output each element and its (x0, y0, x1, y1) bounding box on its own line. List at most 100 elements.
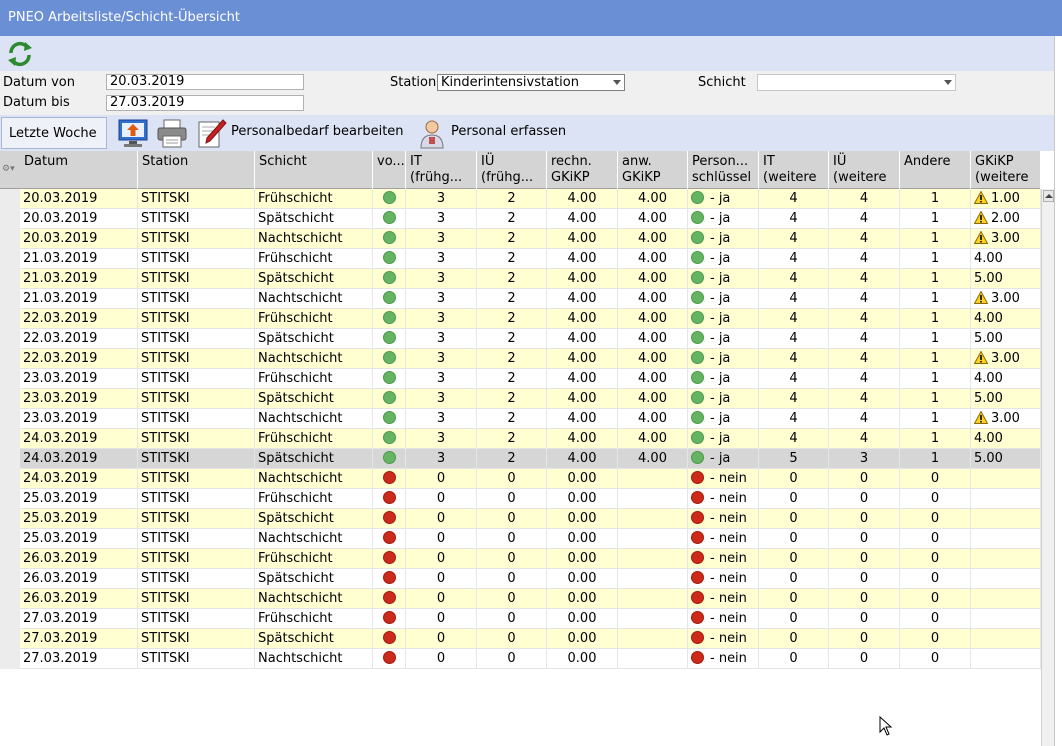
table-row[interactable]: 20.03.2019 STITSKI Frühschicht 3 2 4.00 4.00- … (20, 189, 1041, 209)
table-row[interactable]: 23.03.2019 STITSKI Nachtschicht 3 2 4.00 4.00-… (20, 409, 1041, 429)
column-header-anw[interactable]: anw. GKiKP (618, 151, 688, 189)
column-header-datum[interactable]: Datum (20, 151, 138, 189)
table-row[interactable]: 21.03.2019 STITSKI Nachtschicht 3 2 4.00 4.00-… (20, 289, 1041, 309)
cell-schicht: Spätschicht (255, 629, 373, 649)
cell-gk (971, 469, 1041, 489)
personalschluessel-text: - nein (710, 531, 747, 546)
table-row[interactable]: 21.03.2019 STITSKI Frühschicht 3 2 4.00 4.00- … (20, 249, 1041, 269)
column-chooser-icon[interactable]: ⚙▾ (2, 164, 16, 174)
cell-iu: 2 (477, 249, 547, 269)
status-red-icon (382, 471, 396, 484)
table-row[interactable]: 22.03.2019 STITSKI Nachtschicht 3 2 4.00 4.00-… (20, 349, 1041, 369)
scroll-up-button[interactable] (1043, 190, 1054, 202)
table-row[interactable]: 24.03.2019 STITSKI Spätschicht 3 2 4.00 4.00- … (20, 449, 1041, 469)
cell-iu: 0 (477, 569, 547, 589)
cell-iuw: 4 (829, 389, 900, 409)
table-row[interactable]: 24.03.2019 STITSKI Nachtschicht 0 0 0.00- nei… (20, 469, 1041, 489)
column-header-it[interactable]: IT (frühg... (406, 151, 477, 189)
personalschluessel-text: - ja (710, 371, 731, 386)
cell-schicht: Nachtschicht (255, 349, 373, 369)
cell-iu: 2 (477, 349, 547, 369)
cell-rechn: 4.00 (547, 369, 618, 389)
refresh-icon[interactable] (5, 39, 35, 69)
table-row[interactable]: 26.03.2019 STITSKI Spätschicht 0 0 0.00- nein… (20, 569, 1041, 589)
cell-datum: 24.03.2019 (20, 449, 138, 469)
person-add-icon[interactable] (416, 117, 448, 149)
column-header-line1: anw. (622, 154, 652, 169)
table-row[interactable]: 27.03.2019 STITSKI Spätschicht 0 0 0.00- nein… (20, 629, 1041, 649)
column-header-andere[interactable]: Andere (900, 151, 971, 189)
cell-itw: 4 (759, 389, 829, 409)
column-header-station[interactable]: Station (138, 151, 255, 189)
vertical-scrollbar[interactable] (1041, 189, 1054, 746)
table-row[interactable]: 23.03.2019 STITSKI Spätschicht 3 2 4.00 4.00- … (20, 389, 1041, 409)
warning-icon (974, 411, 988, 424)
cell-station: STITSKI (138, 249, 255, 269)
column-header-ps[interactable]: Person... schlüssel (688, 151, 759, 189)
column-header-iuw[interactable]: IÜ (weitere (829, 151, 900, 189)
personalbedarf-button[interactable]: Personalbedarf bearbeiten (231, 124, 404, 139)
table-row[interactable]: 25.03.2019 STITSKI Frühschicht 0 0 0.00- nein… (20, 489, 1041, 509)
upload-monitor-icon[interactable] (117, 117, 149, 149)
status-green-icon (691, 451, 704, 464)
table-row[interactable]: 26.03.2019 STITSKI Frühschicht 0 0 0.00- nein… (20, 549, 1041, 569)
column-header-gk[interactable]: GKiKP (weitere (971, 151, 1041, 189)
table-row[interactable]: 20.03.2019 STITSKI Nachtschicht 3 2 4.00 4.00-… (20, 229, 1041, 249)
cell-gk: 4.00 (971, 309, 1041, 329)
cell-station: STITSKI (138, 569, 255, 589)
cell-it: 3 (406, 329, 477, 349)
edit-document-icon[interactable] (196, 117, 228, 149)
personal-erfassen-button[interactable]: Personal erfassen (451, 124, 566, 139)
column-header-vo[interactable]: vo... (373, 151, 406, 189)
table-row[interactable]: 20.03.2019 STITSKI Spätschicht 3 2 4.00 4.00- … (20, 209, 1041, 229)
table-row[interactable]: 22.03.2019 STITSKI Spätschicht 3 2 4.00 4.00- … (20, 329, 1041, 349)
datum-von-input[interactable]: 20.03.2019 (106, 74, 304, 90)
personalschluessel-text: - ja (710, 231, 731, 246)
cell-iuw: 0 (829, 489, 900, 509)
cell-rechn: 0.00 (547, 649, 618, 669)
cell-ps: - nein (688, 549, 759, 569)
status-red-icon (382, 611, 396, 624)
cell-it: 0 (406, 509, 477, 529)
table-row[interactable]: 25.03.2019 STITSKI Nachtschicht 0 0 0.00- nei… (20, 529, 1041, 549)
column-header-line2: (weitere (975, 170, 1029, 185)
cell-schicht: Spätschicht (255, 569, 373, 589)
table-row[interactable]: 27.03.2019 STITSKI Nachtschicht 0 0 0.00- nei… (20, 649, 1041, 669)
cell-anw: 4.00 (618, 409, 688, 429)
personalschluessel-text: - nein (710, 591, 747, 606)
cell-iuw: 0 (829, 549, 900, 569)
table-row[interactable]: 24.03.2019 STITSKI Frühschicht 3 2 4.00 4.00- … (20, 429, 1041, 449)
cell-ps: - nein (688, 529, 759, 549)
warning-icon (974, 231, 988, 244)
cell-itw: 5 (759, 449, 829, 469)
status-red-icon (691, 611, 704, 624)
cell-vo (373, 569, 406, 589)
table-row[interactable]: 27.03.2019 STITSKI Frühschicht 0 0 0.00- nein… (20, 609, 1041, 629)
table-row[interactable]: 21.03.2019 STITSKI Spätschicht 3 2 4.00 4.00- … (20, 269, 1041, 289)
personalschluessel-text: - nein (710, 471, 747, 486)
status-red-icon (382, 591, 396, 604)
status-red-icon (691, 511, 704, 524)
personalschluessel-text: - nein (710, 651, 747, 666)
table-row[interactable]: 25.03.2019 STITSKI Spätschicht 0 0 0.00- nein… (20, 509, 1041, 529)
cell-schicht: Frühschicht (255, 489, 373, 509)
cell-it: 0 (406, 529, 477, 549)
station-select[interactable]: Kinderintensivstation (437, 74, 625, 91)
table-row[interactable]: 26.03.2019 STITSKI Nachtschicht 0 0 0.00- nei… (20, 589, 1041, 609)
datum-bis-input[interactable]: 27.03.2019 (106, 95, 304, 111)
cell-rechn: 4.00 (547, 429, 618, 449)
column-header-schicht[interactable]: Schicht (255, 151, 373, 189)
column-header-line1: IÜ (833, 154, 847, 169)
cell-iu: 2 (477, 209, 547, 229)
status-green-icon (691, 431, 704, 444)
table-row[interactable]: 22.03.2019 STITSKI Frühschicht 3 2 4.00 4.00- … (20, 309, 1041, 329)
column-header-rechn[interactable]: rechn. GKiKP (547, 151, 618, 189)
last-week-button[interactable]: Letzte Woche (1, 117, 107, 149)
cell-schicht: Frühschicht (255, 309, 373, 329)
column-header-itw[interactable]: IT (weitere (759, 151, 829, 189)
column-header-iu[interactable]: IÜ (frühg... (477, 151, 547, 189)
table-row[interactable]: 23.03.2019 STITSKI Frühschicht 3 2 4.00 4.00- … (20, 369, 1041, 389)
printer-icon[interactable] (156, 117, 188, 149)
cell-iuw: 4 (829, 429, 900, 449)
schicht-select[interactable] (757, 74, 956, 91)
